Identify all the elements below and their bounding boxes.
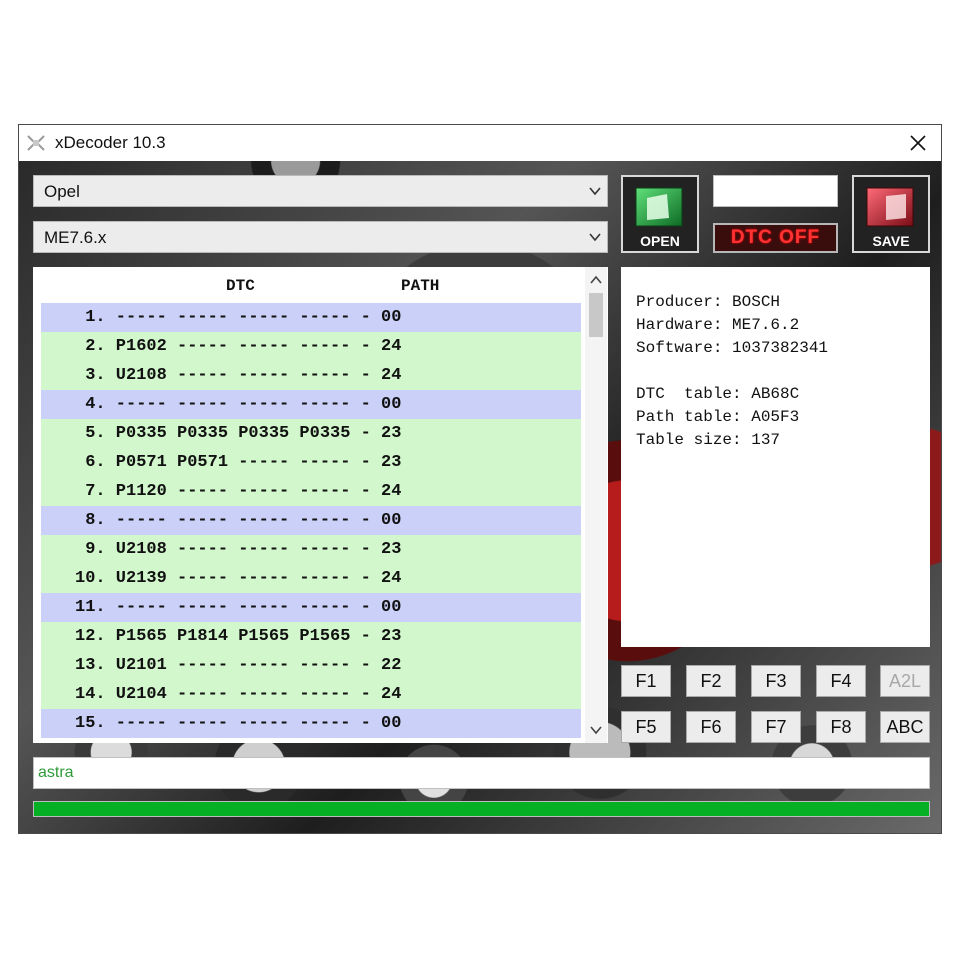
producer-line: Producer: BOSCH	[636, 293, 781, 311]
title-bar: xDecoder 10.3	[19, 125, 941, 161]
chevron-down-icon	[589, 233, 601, 242]
manufacturer-value: Opel	[44, 182, 80, 201]
app-window: xDecoder 10.3 Opel ME7.6.x OPEN DTC OFF …	[18, 124, 942, 834]
search-value: astra	[38, 764, 74, 781]
table-row[interactable]: 14. U2104 ----- ----- ----- - 24	[41, 680, 581, 709]
f2-button[interactable]: F2	[686, 665, 736, 697]
table-row[interactable]: 8. ----- ----- ----- ----- - 00	[41, 506, 581, 535]
dtc-input[interactable]	[713, 175, 838, 207]
progress-fill	[34, 802, 929, 816]
f8-button[interactable]: F8	[816, 711, 866, 743]
f6-button[interactable]: F6	[686, 711, 736, 743]
table-row[interactable]: 12. P1565 P1814 P1565 P1565 - 23	[41, 622, 581, 651]
dtc-list[interactable]: DTC PATH 1. ----- ----- ----- ----- - 00…	[33, 267, 608, 743]
table-row[interactable]: 6. P0571 P0571 ----- ----- - 23	[41, 448, 581, 477]
close-button[interactable]	[903, 129, 933, 157]
ecu-value: ME7.6.x	[44, 228, 107, 247]
table-row[interactable]: 13. U2101 ----- ----- ----- - 22	[41, 651, 581, 680]
save-folder-icon	[866, 187, 914, 227]
scroll-down-icon[interactable]	[590, 725, 602, 735]
a2l-button[interactable]: A2L	[880, 665, 930, 697]
path-table-line: Path table: A05F3	[636, 408, 800, 426]
chevron-down-icon	[589, 187, 601, 196]
progress-bar	[33, 801, 930, 817]
scrollbar-thumb[interactable]	[589, 293, 603, 337]
hardware-line: Hardware: ME7.6.2	[636, 316, 800, 334]
table-row[interactable]: 2. P1602 ----- ----- ----- - 24	[41, 332, 581, 361]
save-label: SAVE	[872, 233, 910, 249]
open-button[interactable]: OPEN	[621, 175, 699, 253]
f1-button[interactable]: F1	[621, 665, 671, 697]
dtc-rows: 1. ----- ----- ----- ----- - 00 2. P1602…	[41, 303, 581, 738]
app-icon	[27, 135, 45, 151]
open-label: OPEN	[640, 233, 680, 249]
dtc-table-line: DTC table: AB68C	[636, 385, 800, 403]
client-area: Opel ME7.6.x OPEN DTC OFF SAVE DTC PATH …	[19, 161, 941, 833]
window-title: xDecoder 10.3	[55, 133, 166, 152]
manufacturer-dropdown[interactable]: Opel	[33, 175, 608, 207]
table-row[interactable]: 10. U2139 ----- ----- ----- - 24	[41, 564, 581, 593]
table-row[interactable]: 9. U2108 ----- ----- ----- - 23	[41, 535, 581, 564]
table-row[interactable]: 3. U2108 ----- ----- ----- - 24	[41, 361, 581, 390]
path-column-header: PATH	[401, 277, 440, 295]
table-row[interactable]: 4. ----- ----- ----- ----- - 00	[41, 390, 581, 419]
f7-button[interactable]: F7	[751, 711, 801, 743]
ecu-info-panel: Producer: BOSCH Hardware: ME7.6.2 Software…	[621, 267, 930, 647]
dtc-off-button[interactable]: DTC OFF	[713, 223, 838, 253]
search-input[interactable]: astra	[33, 757, 930, 789]
open-folder-icon	[635, 187, 683, 227]
abc-button[interactable]: ABC	[880, 711, 930, 743]
table-row[interactable]: 7. P1120 ----- ----- ----- - 24	[41, 477, 581, 506]
table-row[interactable]: 15. ----- ----- ----- ----- - 00	[41, 709, 581, 738]
save-button[interactable]: SAVE	[852, 175, 930, 253]
vertical-scrollbar[interactable]	[585, 267, 607, 743]
table-size-line: Table size: 137	[636, 431, 781, 449]
table-row[interactable]: 1. ----- ----- ----- ----- - 00	[41, 303, 581, 332]
f5-button[interactable]: F5	[621, 711, 671, 743]
table-row[interactable]: 5. P0335 P0335 P0335 P0335 - 23	[41, 419, 581, 448]
dtc-column-header: DTC	[226, 277, 255, 295]
f3-button[interactable]: F3	[751, 665, 801, 697]
f4-button[interactable]: F4	[816, 665, 866, 697]
scroll-up-icon[interactable]	[590, 275, 602, 285]
software-line: Software: 1037382341	[636, 339, 829, 357]
close-icon	[910, 135, 926, 151]
ecu-dropdown[interactable]: ME7.6.x	[33, 221, 608, 253]
table-row[interactable]: 11. ----- ----- ----- ----- - 00	[41, 593, 581, 622]
info-lines: Producer: BOSCH Hardware: ME7.6.2 Software…	[636, 291, 828, 452]
